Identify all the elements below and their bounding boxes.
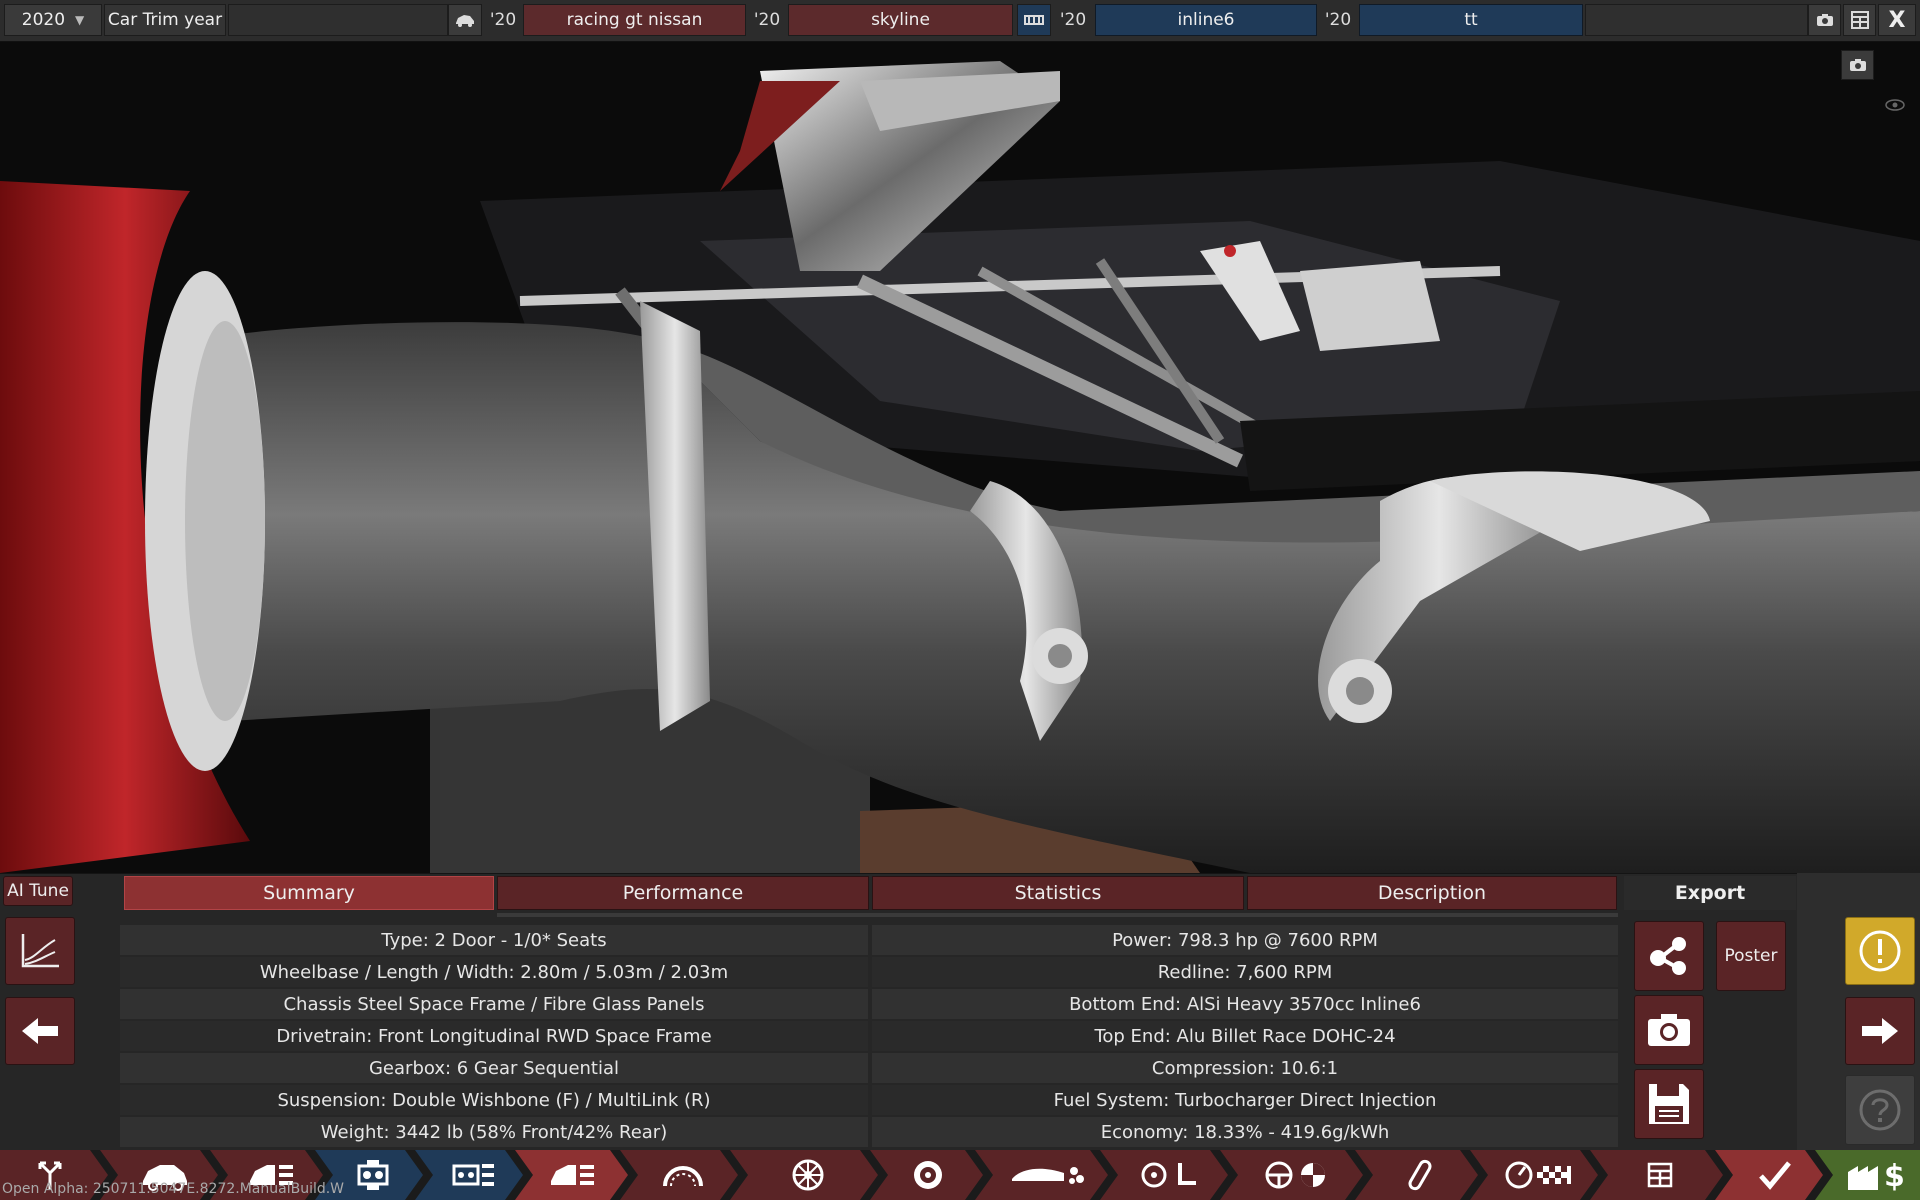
- tab-summary[interactable]: Summary: [124, 876, 494, 910]
- year-dropdown[interactable]: 2020 ▼: [4, 4, 102, 36]
- engine-variant-field[interactable]: tt: [1359, 4, 1583, 36]
- model-year-1: '20: [489, 10, 517, 30]
- ai-tune-button[interactable]: AI Tune: [3, 876, 73, 906]
- top-bar: 2020 ▼ Car Trim year '20 racing gt nissa…: [0, 0, 1920, 42]
- warning-icon: [1859, 930, 1901, 972]
- toolbar-interior-button[interactable]: [1120, 1150, 1220, 1200]
- calculator-icon: [1647, 1162, 1673, 1188]
- screenshot-button[interactable]: [1808, 4, 1841, 36]
- model-select-button[interactable]: [448, 4, 482, 36]
- toolbar-wheels-button[interactable]: [755, 1150, 860, 1200]
- poster-button[interactable]: Poster: [1716, 921, 1786, 991]
- summary-dimensions: Wheelbase / Length / Width: 2.80m / 5.03…: [120, 957, 868, 987]
- engine-year-2: '20: [1324, 10, 1352, 30]
- share-icon: [1650, 937, 1686, 975]
- trim-name-field[interactable]: skyline: [788, 4, 1013, 36]
- checkmark-icon: [1759, 1161, 1791, 1190]
- tab-divider: [497, 913, 1618, 917]
- toolbar-stats-button[interactable]: [1610, 1150, 1710, 1200]
- photo-button[interactable]: [1634, 995, 1704, 1065]
- warning-button[interactable]: [1845, 917, 1915, 985]
- graph-icon: [21, 934, 59, 968]
- toolbar-brakes-button[interactable]: [885, 1150, 970, 1200]
- summary-top-end: Top End: Alu Billet Race DOHC-24: [872, 1021, 1618, 1051]
- chevron-down-icon: ▼: [75, 13, 85, 27]
- arrow-right-icon: [1862, 1018, 1898, 1044]
- summary-suspension: Suspension: Double Wishbone (F) / MultiL…: [120, 1085, 868, 1115]
- factory-money-icon: $: [1847, 1159, 1905, 1192]
- viewport-camera-button[interactable]: [1841, 50, 1874, 80]
- camera-icon: [1849, 59, 1866, 71]
- tab-statistics[interactable]: Statistics: [872, 876, 1244, 910]
- spacer-field-2: [1585, 4, 1808, 36]
- model-name-field[interactable]: racing gt nissan: [523, 4, 746, 36]
- engine-year-1: '20: [1059, 10, 1087, 30]
- engine-select-button[interactable]: [1017, 4, 1051, 36]
- close-button[interactable]: X: [1878, 4, 1916, 36]
- year-value: 2020: [21, 10, 66, 30]
- toolbar-engine-variant-button[interactable]: [435, 1150, 510, 1200]
- save-button[interactable]: [1634, 1069, 1704, 1139]
- summary-gearbox: Gearbox: 6 Gear Sequential: [120, 1053, 868, 1083]
- next-button[interactable]: [1845, 997, 1915, 1065]
- toolbar-aero-button[interactable]: [995, 1150, 1100, 1200]
- tab-performance[interactable]: Performance: [497, 876, 869, 910]
- car-icon: [456, 15, 474, 27]
- summary-compression: Compression: 10.6:1: [872, 1053, 1618, 1083]
- calculator-button[interactable]: [1843, 4, 1876, 36]
- car-trim-icon: [550, 1165, 594, 1185]
- graph-button[interactable]: [5, 917, 75, 985]
- toolbar-finish-button[interactable]: [1735, 1150, 1815, 1200]
- 3d-viewport[interactable]: [0, 41, 1920, 873]
- trim-year-label: Car Trim year: [104, 4, 226, 36]
- spacer-field: [228, 4, 448, 36]
- arrow-left-icon: [22, 1018, 58, 1044]
- chassis-icon: [662, 1166, 703, 1187]
- toolbar-factory-button[interactable]: $: [1835, 1150, 1920, 1200]
- model-year-2: '20: [753, 10, 781, 30]
- save-icon: [1649, 1084, 1689, 1124]
- brake-icon: [913, 1161, 942, 1189]
- summary-fuel-system: Fuel System: Turbocharger Direct Injecti…: [872, 1085, 1618, 1115]
- share-button[interactable]: [1634, 921, 1704, 991]
- back-button[interactable]: [5, 997, 75, 1065]
- camera-icon: [1816, 14, 1833, 26]
- summary-economy: Economy: 18.33% - 419.6g/kWh: [872, 1117, 1618, 1147]
- engine-variant-icon: [452, 1164, 494, 1186]
- aero-icon: [1011, 1167, 1084, 1184]
- toolbar-handling-button[interactable]: [1240, 1150, 1355, 1200]
- version-text: Open Alpha: 250711.5047E.8272.ManualBuil…: [2, 1181, 345, 1197]
- summary-power: Power: 798.3 hp @ 7600 RPM: [872, 925, 1618, 955]
- calculator-icon: [1850, 11, 1869, 29]
- engine-block-icon: [357, 1160, 388, 1190]
- toolbar-engine-button[interactable]: [335, 1150, 410, 1200]
- toolbar-testing-button[interactable]: [1370, 1150, 1470, 1200]
- summary-bottom-end: Bottom End: AlSi Heavy 3570cc Inline6: [872, 989, 1618, 1019]
- summary-chassis: Chassis Steel Space Frame / Fibre Glass …: [120, 989, 868, 1019]
- help-icon: [1859, 1089, 1901, 1131]
- wheel-icon: [792, 1159, 823, 1191]
- engine-bay-render: [0, 41, 1920, 873]
- engine-family-field[interactable]: inline6: [1095, 4, 1317, 36]
- steering-wheel-icon: [1265, 1161, 1325, 1189]
- tab-description[interactable]: Description: [1247, 876, 1617, 910]
- eye-icon: [1885, 99, 1905, 111]
- engine-icon: [1024, 15, 1044, 25]
- visibility-toggle[interactable]: [1880, 91, 1910, 119]
- gauge-flag-icon: [1505, 1161, 1571, 1189]
- toolbar-chassis-button[interactable]: [640, 1150, 725, 1200]
- test-tube-icon: [1408, 1159, 1432, 1191]
- camera-icon: [1648, 1014, 1690, 1046]
- summary-drivetrain: Drivetrain: Front Longitudinal RWD Space…: [120, 1021, 868, 1051]
- summary-redline: Redline: 7,600 RPM: [872, 957, 1618, 987]
- steering-seat-icon: [1141, 1162, 1196, 1188]
- help-button[interactable]: [1845, 1075, 1915, 1145]
- toolbar-trim-active-button[interactable]: [530, 1150, 615, 1200]
- export-title: Export: [1624, 876, 1796, 910]
- summary-type: Type: 2 Door - 1/0* Seats: [120, 925, 868, 955]
- toolbar-race-button[interactable]: [1485, 1150, 1595, 1200]
- svg-text:$: $: [1884, 1159, 1905, 1192]
- summary-weight: Weight: 3442 lb (58% Front/42% Rear): [120, 1117, 868, 1147]
